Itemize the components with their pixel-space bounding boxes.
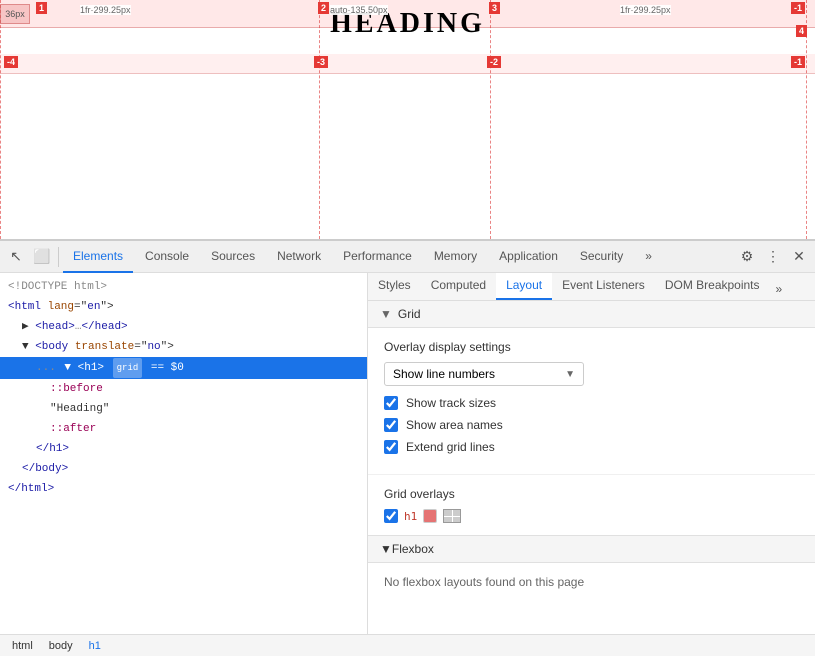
color-swatch[interactable]: [423, 509, 437, 523]
overlay-settings-title: Overlay display settings: [384, 340, 799, 354]
flexbox-section-title: Flexbox: [392, 542, 434, 556]
list-item[interactable]: <html lang="en">: [0, 297, 367, 317]
track-label-col3: 1fr·299.25px: [620, 5, 671, 15]
tab-more[interactable]: »: [635, 241, 662, 273]
preview-area: HEADING 1fr·299.25px auto·135.50px 1fr·2…: [0, 0, 815, 240]
tab-memory[interactable]: Memory: [424, 241, 487, 273]
grid-section-body: Overlay display settings Show line numbe…: [368, 328, 815, 474]
dropdown-value: Show line numbers: [393, 367, 495, 381]
tab-security[interactable]: Security: [570, 241, 633, 273]
grid-section-title: Grid: [398, 307, 421, 321]
list-item: <!DOCTYPE html>: [0, 277, 367, 297]
grid-overlays-title: Grid overlays: [384, 487, 799, 501]
tab-console[interactable]: Console: [135, 241, 199, 273]
grid-layout-icon[interactable]: [443, 509, 461, 523]
list-item: "Heading": [0, 399, 367, 419]
num-label-neg3: -3: [314, 56, 328, 68]
tab-performance[interactable]: Performance: [333, 241, 422, 273]
layout-content: ▼ Grid Overlay display settings Show lin…: [368, 301, 815, 634]
list-item[interactable]: </html>: [0, 479, 367, 499]
grid-badge[interactable]: grid: [113, 358, 143, 378]
no-flexbox-message: No flexbox layouts found on this page: [368, 563, 815, 601]
flexbox-arrow-icon: ▼: [380, 542, 392, 556]
grid-line-1: [0, 0, 1, 239]
row-height-label: 36px: [0, 4, 30, 24]
num-label-neg4: -4: [4, 56, 18, 68]
track-label-col1: 1fr·299.25px: [80, 5, 131, 15]
tab-computed[interactable]: Computed: [421, 273, 496, 300]
device-icon[interactable]: ⬜: [30, 245, 54, 269]
tag-html: <html: [8, 301, 48, 313]
list-item[interactable]: ▼ <body translate="no">: [0, 337, 367, 357]
checkbox-area-names: Show area names: [384, 418, 799, 432]
area-names-label: Show area names: [406, 418, 503, 432]
sub-tabs: Styles Computed Layout Event Listeners D…: [368, 273, 815, 301]
breadcrumb-html[interactable]: html: [8, 638, 37, 654]
num-label-neg2: -2: [487, 56, 501, 68]
num-label-3: 3: [489, 2, 500, 14]
devtools-panel: ↖ ⬜ Elements Console Sources Network Per…: [0, 240, 815, 656]
tab-elements[interactable]: Elements: [63, 241, 133, 273]
track-sizes-checkbox[interactable]: [384, 396, 398, 410]
settings-button[interactable]: ⚙: [735, 245, 759, 269]
breadcrumb-body[interactable]: body: [45, 638, 77, 654]
checkbox-extend-grid: Extend grid lines: [384, 440, 799, 454]
list-item[interactable]: ▶ <head>…</head>: [0, 317, 367, 337]
num-label-2: 2: [318, 2, 329, 14]
chevron-down-icon: ▼: [565, 369, 575, 380]
close-button[interactable]: ✕: [787, 245, 811, 269]
checkbox-track-sizes: Show track sizes: [384, 396, 799, 410]
track-label-col2: auto·135.50px: [330, 5, 388, 15]
right-panel: Styles Computed Layout Event Listeners D…: [368, 273, 815, 634]
tab-event-listeners[interactable]: Event Listeners: [552, 273, 655, 300]
grid-line-2: [319, 0, 320, 239]
tab-styles[interactable]: Styles: [368, 273, 421, 300]
extend-grid-checkbox[interactable]: [384, 440, 398, 454]
app-container: HEADING 1fr·299.25px auto·135.50px 1fr·2…: [0, 0, 815, 656]
list-item: ::before: [0, 379, 367, 399]
grid-line-3: [490, 0, 491, 239]
overlay-row-h1: h1: [384, 509, 799, 523]
h1-overlay-checkbox[interactable]: [384, 509, 398, 523]
tab-sources[interactable]: Sources: [201, 241, 265, 273]
extend-grid-label: Extend grid lines: [406, 440, 495, 454]
grid-arrow-icon: ▼: [380, 307, 392, 321]
toolbar-divider: [58, 247, 59, 267]
grid-section-header[interactable]: ▼ Grid: [368, 301, 815, 328]
tab-application[interactable]: Application: [489, 241, 568, 273]
tab-dom-breakpoints[interactable]: DOM Breakpoints: [655, 273, 770, 300]
track-sizes-label: Show track sizes: [406, 396, 496, 410]
list-item[interactable]: </h1>: [0, 439, 367, 459]
flexbox-section-header[interactable]: ▼ Flexbox: [368, 535, 815, 563]
num-label-neg1-bot: -1: [791, 56, 805, 68]
devtools-body: <!DOCTYPE html> <html lang="en"> ▶ <head…: [0, 273, 815, 634]
toolbar-right: ⚙ ⋮ ✕: [735, 245, 811, 269]
elements-panel: <!DOCTYPE html> <html lang="en"> ▶ <head…: [0, 273, 368, 634]
list-item[interactable]: </body>: [0, 459, 367, 479]
tab-network[interactable]: Network: [267, 241, 331, 273]
area-names-checkbox[interactable]: [384, 418, 398, 432]
list-item-selected[interactable]: ... ▼ <h1> grid == $0: [0, 357, 367, 379]
num-label-4: 4: [796, 25, 807, 37]
line-numbers-dropdown[interactable]: Show line numbers ▼: [384, 362, 584, 386]
num-label-1: 1: [36, 2, 47, 14]
breadcrumb-bar: html body h1: [0, 634, 815, 656]
list-item: ::after: [0, 419, 367, 439]
cursor-icon[interactable]: ↖: [4, 245, 28, 269]
tab-more-right[interactable]: »: [770, 278, 789, 300]
overlay-tag: h1: [404, 510, 417, 523]
doctype-text: <!DOCTYPE html>: [8, 281, 107, 293]
num-label-neg1-top: -1: [791, 2, 805, 14]
more-button[interactable]: ⋮: [761, 245, 785, 269]
grid-row-bottom: [0, 54, 815, 74]
grid-overlays-section: Grid overlays h1: [368, 474, 815, 535]
devtools-toolbar: ↖ ⬜ Elements Console Sources Network Per…: [0, 241, 815, 273]
breadcrumb-h1[interactable]: h1: [85, 638, 105, 654]
tab-layout[interactable]: Layout: [496, 273, 552, 300]
